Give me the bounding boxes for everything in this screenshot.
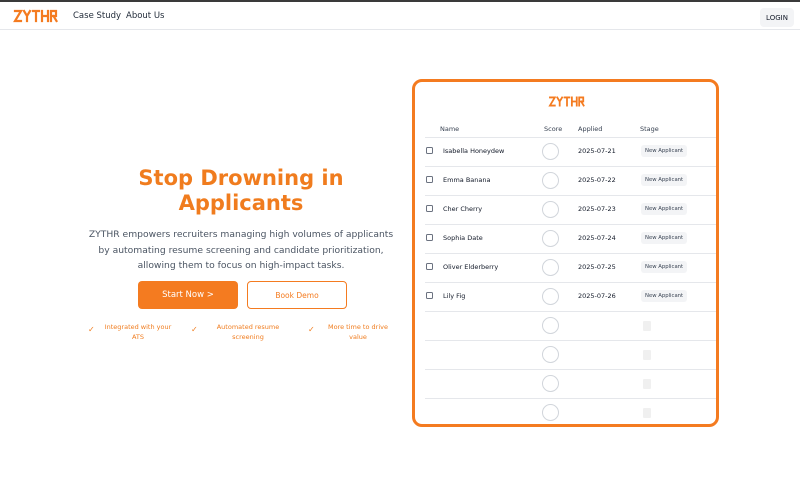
score-ring-icon (542, 201, 559, 218)
score-ring-icon (542, 375, 559, 392)
score-ring-icon (542, 404, 559, 421)
column-header-name: Name (440, 125, 460, 133)
check-icon: ✓ (88, 325, 95, 334)
table-row: Cher Cherry 2025-07-23 New Applicant (425, 195, 716, 224)
stage-badge: New Applicant (641, 290, 688, 302)
stage-skeleton (643, 350, 651, 360)
row-checkbox[interactable] (426, 205, 433, 212)
applied-date: 2025-07-26 (578, 292, 616, 300)
score-ring-icon (542, 259, 559, 276)
column-header-stage: Stage (640, 125, 659, 133)
score-ring-icon (542, 230, 559, 247)
row-checkbox[interactable] (426, 292, 433, 299)
placeholder-row (425, 398, 716, 424)
stage-badge: New Applicant (641, 261, 688, 273)
placeholder-row (425, 311, 716, 340)
stage-badge: New Applicant (641, 203, 688, 215)
check-icon: ✓ (308, 325, 315, 334)
applicant-name[interactable]: Isabella Honeydew (443, 147, 504, 155)
score-ring-icon (542, 317, 559, 334)
hero-subtitle: ZYTHR empowers recruiters managing high … (88, 229, 394, 271)
feature-item: ✓ More time to drive value (308, 322, 394, 342)
stage-skeleton (643, 379, 651, 389)
applicant-name[interactable]: Oliver Elderberry (443, 263, 498, 271)
applied-date: 2025-07-21 (578, 147, 616, 155)
stage-badge: New Applicant (641, 232, 688, 244)
feature-item: ✓ Automated resume screening (191, 322, 293, 342)
check-icon: ✓ (191, 325, 198, 334)
applicant-name[interactable]: Emma Banana (443, 176, 490, 184)
applied-date: 2025-07-23 (578, 205, 616, 213)
column-header-applied: Applied (578, 125, 603, 133)
placeholder-row (425, 340, 716, 369)
score-ring-icon (542, 172, 559, 189)
applied-date: 2025-07-25 (578, 263, 616, 271)
zythr-logo[interactable] (13, 8, 59, 24)
hero-title: Stop Drowning in Applicants (138, 166, 344, 215)
stage-skeleton (643, 321, 651, 331)
top-navbar: Case Study About Us LOGIN (0, 2, 800, 30)
table-row: Emma Banana 2025-07-22 New Applicant (425, 166, 716, 195)
feature-text: More time to drive value (328, 323, 388, 341)
applicant-name[interactable]: Lily Fig (443, 292, 465, 300)
feature-item: ✓ Integrated with your ATS (88, 322, 178, 342)
column-header-score: Score (544, 125, 563, 133)
book-demo-button[interactable]: Book Demo (247, 281, 347, 309)
stage-badge: New Applicant (641, 145, 688, 157)
row-checkbox[interactable] (426, 176, 433, 183)
nav-link-about-us[interactable]: About Us (126, 11, 164, 21)
applied-date: 2025-07-22 (578, 176, 616, 184)
table-row: Isabella Honeydew 2025-07-21 New Applicant (425, 137, 716, 166)
table-row: Oliver Elderberry 2025-07-25 New Applicant (425, 253, 716, 282)
applied-date: 2025-07-24 (578, 234, 616, 242)
applicant-name[interactable]: Sophia Date (443, 234, 483, 242)
placeholder-row (425, 369, 716, 398)
row-checkbox[interactable] (426, 147, 433, 154)
score-ring-icon (542, 143, 559, 160)
stage-badge: New Applicant (641, 174, 688, 186)
feature-text: Automated resume screening (216, 323, 280, 341)
feature-text: Integrated with your ATS (104, 323, 172, 341)
zythr-logo (548, 96, 585, 107)
row-checkbox[interactable] (426, 234, 433, 241)
applicants-preview-card: Name Score Applied Stage Isabella Honeyd… (412, 79, 719, 427)
score-ring-icon (542, 346, 559, 363)
stage-skeleton (643, 408, 651, 418)
table-row: Lily Fig 2025-07-26 New Applicant (425, 282, 716, 311)
table-header: Name Score Applied Stage (415, 121, 716, 137)
start-now-button[interactable]: Start Now > (138, 281, 238, 309)
login-button[interactable]: LOGIN (760, 8, 794, 27)
row-checkbox[interactable] (426, 263, 433, 270)
nav-link-case-study[interactable]: Case Study (73, 11, 121, 21)
table-row: Sophia Date 2025-07-24 New Applicant (425, 224, 716, 253)
applicant-name[interactable]: Cher Cherry (443, 205, 482, 213)
score-ring-icon (542, 288, 559, 305)
